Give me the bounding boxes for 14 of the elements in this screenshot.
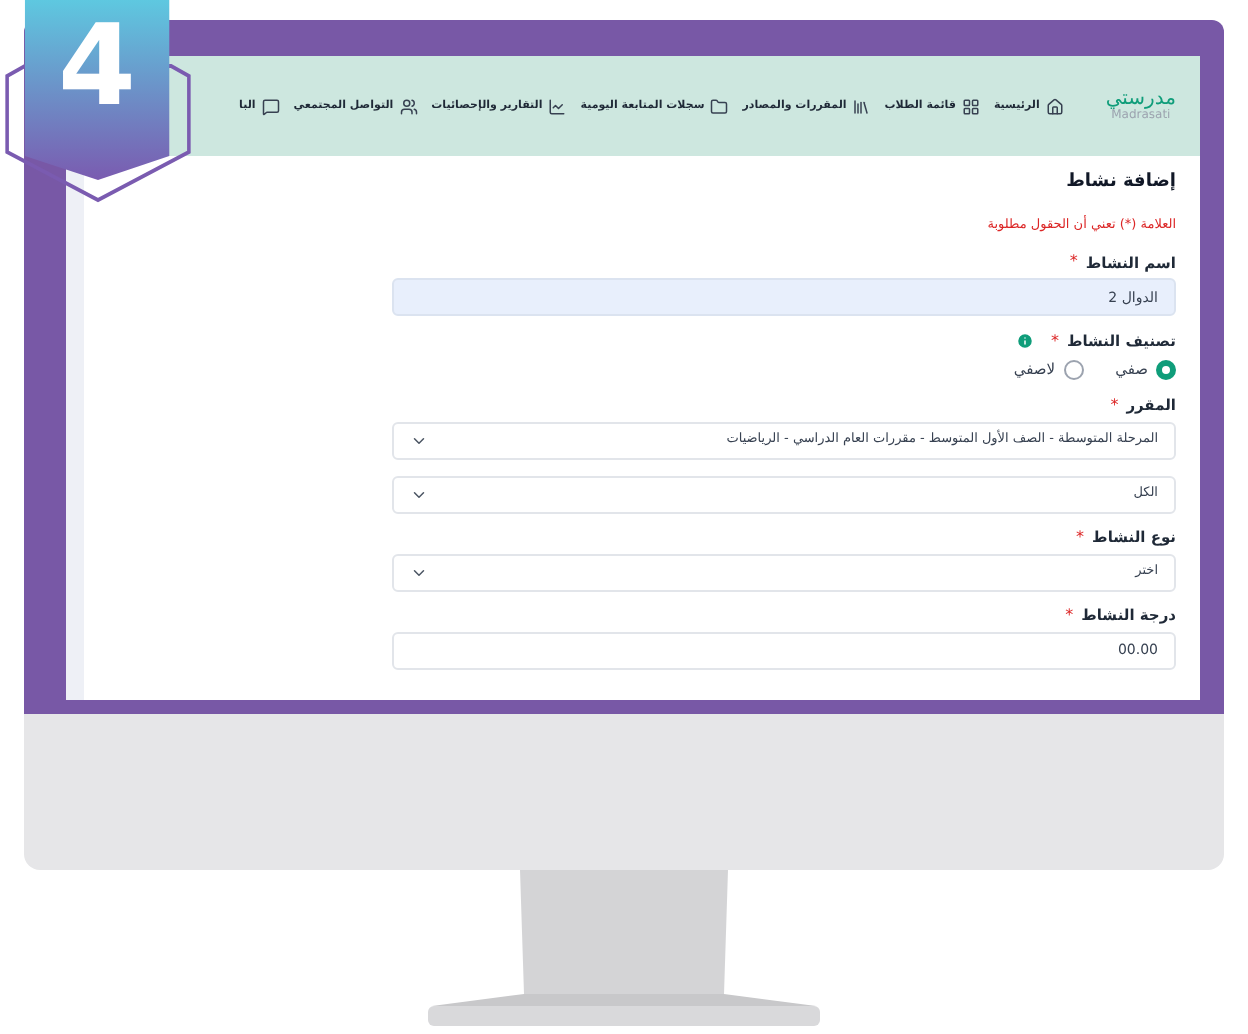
required-mark: * <box>1110 397 1119 413</box>
required-mark: * <box>1065 607 1074 623</box>
chat-icon <box>261 97 280 115</box>
logo-text: مدرستي <box>1105 90 1176 110</box>
required-mark: * <box>1076 529 1085 545</box>
line-chart-icon <box>548 97 567 115</box>
folder-icon <box>710 97 729 115</box>
required-mark: * <box>1050 333 1059 350</box>
form-title: إضافة نشاط <box>1064 170 1176 196</box>
grid-icon <box>961 97 980 115</box>
books-icon <box>852 97 871 115</box>
home-icon <box>1045 97 1064 115</box>
required-mark: * <box>1069 254 1078 271</box>
users-icon <box>399 97 418 115</box>
